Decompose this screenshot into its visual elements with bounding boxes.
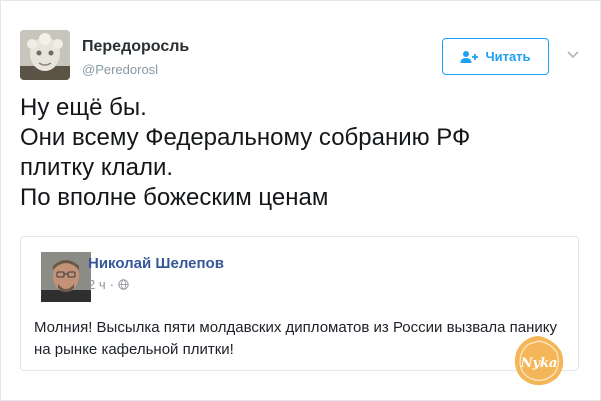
nyka-logo-watermark: Nyka [514,336,564,386]
tweet-text-line: По вполне божеским ценам [20,184,329,211]
svg-text:Nyka: Nyka [520,356,558,371]
quoted-post[interactable]: Николай Шелепов 2 ч · Молния! Высылка пя… [20,236,579,371]
add-user-icon [460,50,479,63]
follow-label: Читать [485,49,531,64]
quoted-post-text: Молния! Высылка пяти молдавских дипломат… [34,319,557,358]
tweet-text-line: плитку клали. [20,154,174,181]
tweet-text-line: Они всему Федеральному собранию РФ [20,124,471,151]
follow-button[interactable]: Читать [442,38,549,75]
globe-icon [118,279,129,290]
quoted-author-name[interactable]: Николай Шелепов [88,255,224,272]
tweet-text: Ну ещё бы. Они всему Федеральному собран… [20,93,590,213]
chevron-down-icon[interactable] [566,50,580,60]
author-avatar[interactable] [20,30,70,80]
quoted-post-meta: 2 ч · [88,277,129,292]
quoted-author-photo[interactable] [41,252,91,302]
quoted-post-time[interactable]: 2 ч [88,277,106,292]
author-handle[interactable]: @Peredorosl [82,62,158,77]
tweet-card: Передоросль @Peredorosl Читать Ну ещё бы… [0,0,601,401]
meta-separator: · [109,277,114,292]
tweet-text-line: Ну ещё бы. [20,94,147,121]
author-name[interactable]: Передоросль [82,38,189,56]
